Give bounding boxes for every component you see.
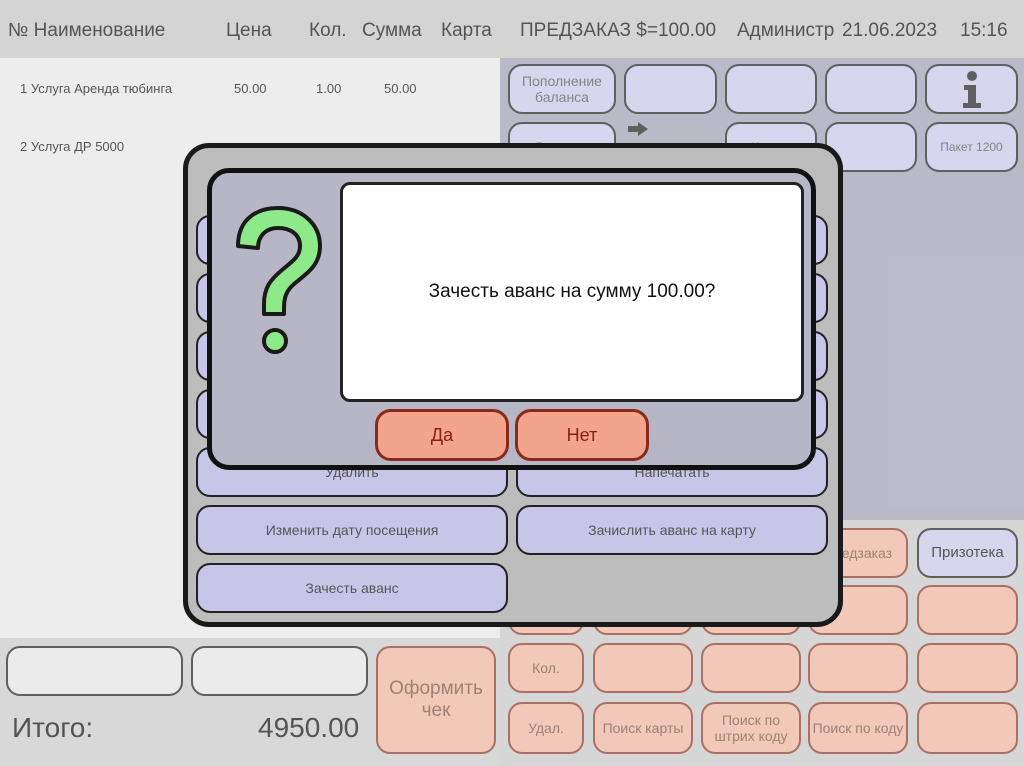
dialog-message: Зачесть аванс на сумму 100.00? <box>428 281 716 302</box>
yes-button[interactable]: Да <box>375 409 509 461</box>
message-box: Зачесть аванс на сумму 100.00? <box>340 182 804 402</box>
offset-advance-button[interactable]: Зачесть аванс <box>196 563 508 613</box>
change-visit-date-button[interactable]: Изменить дату посещения <box>196 505 508 555</box>
no-button[interactable]: Нет <box>515 409 649 461</box>
question-icon <box>226 202 328 362</box>
credit-advance-to-card-button[interactable]: Зачислить аванс на карту <box>516 505 828 555</box>
